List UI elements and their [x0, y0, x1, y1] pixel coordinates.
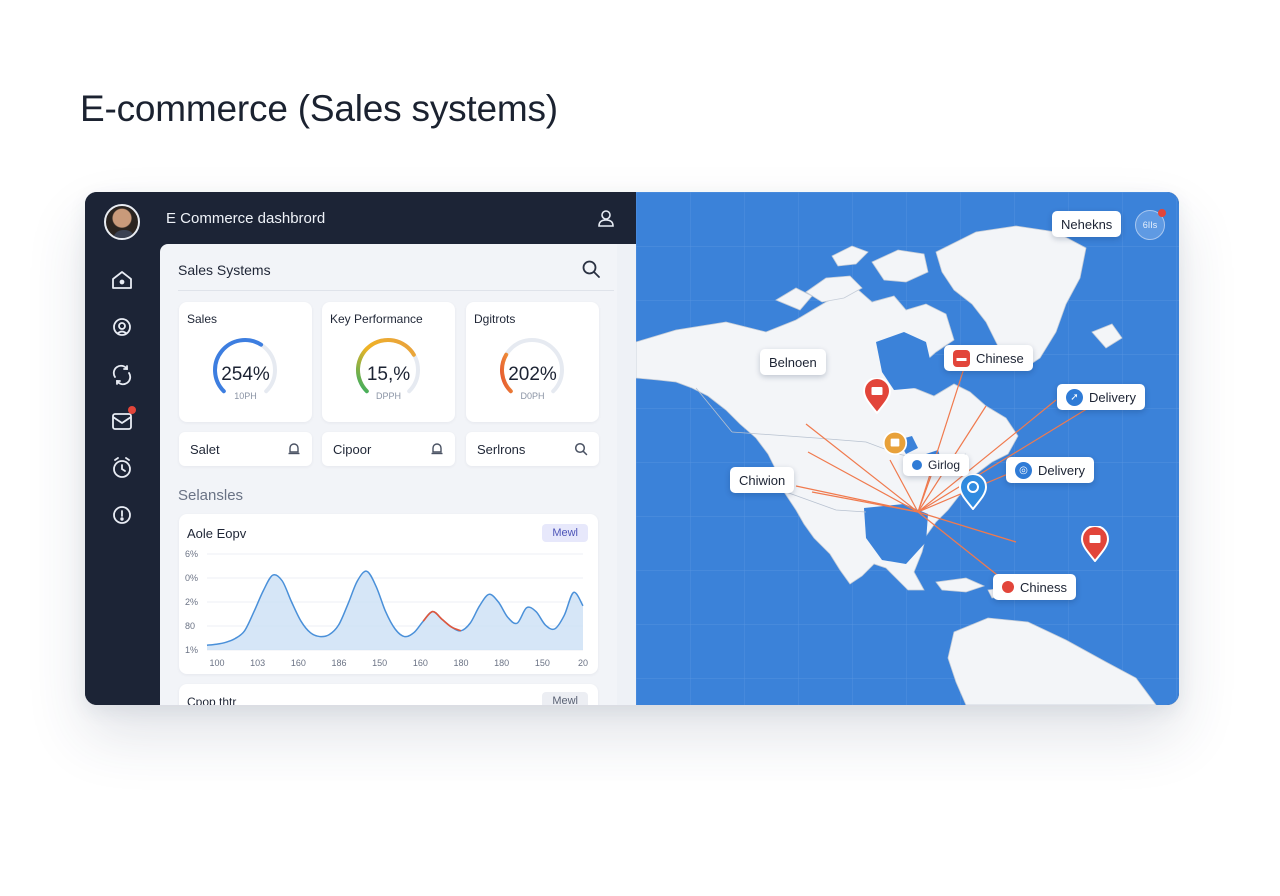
- y-tick-label: 1%: [185, 645, 198, 655]
- map-callout[interactable]: ➚ Delivery: [1057, 384, 1145, 410]
- y-tick-label: 6%: [185, 549, 198, 559]
- dot-icon: [1002, 581, 1014, 593]
- callout-label: Belnoen: [769, 354, 817, 370]
- kpi-label: Dgitrots: [474, 312, 516, 326]
- kpi-label: Sales: [187, 312, 218, 326]
- card2-badge[interactable]: Mewl: [542, 692, 588, 705]
- avatar[interactable]: [104, 204, 140, 240]
- info-icon[interactable]: [110, 503, 134, 527]
- x-tick-label: 186: [331, 658, 346, 668]
- map-callout[interactable]: Girlog: [903, 454, 970, 476]
- y-tick-label: 0%: [185, 573, 198, 583]
- kpi-card-sales[interactable]: Sales 254% 10PH: [179, 302, 312, 422]
- divider: [178, 290, 614, 291]
- map-panel[interactable]: Nehekns 6IIs Belnoen ▬ Chinese ➚ Delivery …: [636, 192, 1179, 705]
- user-icon[interactable]: [596, 208, 616, 228]
- series-area: [207, 571, 583, 650]
- callout-label: Chinese: [976, 350, 1024, 366]
- y-tick-label: 2%: [185, 597, 198, 607]
- map-pin-red-south[interactable]: [1080, 525, 1110, 563]
- map-pin-red[interactable]: [862, 377, 892, 415]
- flag-icon: ▬: [953, 349, 970, 367]
- map-callout[interactable]: Chiwion: [730, 467, 795, 493]
- pill-label: Salet: [190, 442, 220, 457]
- kpi-sublabel: D0PH: [520, 391, 545, 401]
- section-label: Selansles: [178, 487, 244, 504]
- mail-icon[interactable]: [110, 406, 136, 433]
- map-control-label: 6IIs: [1142, 220, 1158, 230]
- x-tick-label: 20: [578, 658, 588, 668]
- x-tick-label: 160: [413, 658, 428, 668]
- kpi-card-dgitrots[interactable]: Dgitrots 202% D0PH: [466, 302, 599, 422]
- card2-title: Cpop thtr: [187, 695, 237, 705]
- app-title: E Commerce dashbrord: [166, 210, 326, 227]
- dashboard-window: E Commerce dashbrord Sales Systems Sales…: [85, 192, 1179, 705]
- map-callout[interactable]: ◎ Delivery: [1006, 457, 1094, 483]
- pill-label: Serlrons: [477, 442, 526, 457]
- area-chart: 6% 0% 2% 80 1% 100 103 160 186 150 160 180 180 150 20: [185, 549, 588, 668]
- dot-icon: [912, 460, 922, 470]
- delivery-icon: ➚: [1066, 388, 1083, 406]
- search-icon[interactable]: [580, 258, 602, 280]
- filter-pill-salet[interactable]: Salet: [179, 432, 312, 466]
- notification-dot: [128, 406, 136, 414]
- map-pin-orange[interactable]: [882, 430, 908, 456]
- x-tick-label: 180: [494, 658, 509, 668]
- x-tick-label: 100: [209, 658, 224, 668]
- sales-chart-card: Aole Eopv Mewl 6% 0% 2% 80 1% 100 103 160 186 150…: [179, 514, 598, 674]
- bell-icon: [429, 441, 445, 457]
- map-pin-blue[interactable]: [958, 473, 988, 511]
- delivery-icon: ◎: [1015, 461, 1032, 479]
- kpi-card-key-performance[interactable]: Key Performance 15,% DPPH: [322, 302, 455, 422]
- kpi-value: 15,%: [366, 364, 411, 385]
- kpi-label: Key Performance: [330, 312, 423, 326]
- x-tick-label: 150: [372, 658, 387, 668]
- kpi-sublabel: 10PH: [234, 391, 257, 401]
- map-callout[interactable]: Chiness: [993, 574, 1076, 600]
- pill-label: Cipoor: [333, 442, 372, 457]
- x-tick-label: 180: [453, 658, 468, 668]
- notification-dot: [1158, 209, 1166, 217]
- sidebar: [85, 192, 160, 705]
- search-icon: [573, 441, 589, 457]
- scrollbar[interactable]: [617, 244, 636, 705]
- sync-icon[interactable]: [110, 363, 134, 387]
- panel-title: Sales Systems: [178, 262, 271, 278]
- secondary-card: Cpop thtr Mewl: [179, 684, 598, 705]
- x-tick-label: 150: [535, 658, 550, 668]
- map-callout[interactable]: Belnoen: [760, 349, 826, 375]
- x-tick-label: 160: [291, 658, 306, 668]
- map-callout[interactable]: Nehekns: [1052, 211, 1122, 237]
- header: E Commerce dashbrord: [160, 192, 636, 244]
- map-control-button[interactable]: 6IIs: [1135, 209, 1166, 240]
- kpi-value: 202%: [508, 364, 557, 385]
- filter-pill-cipoor[interactable]: Cipoor: [322, 432, 455, 466]
- clock-icon[interactable]: [110, 456, 134, 480]
- callout-label: Chiness: [1020, 579, 1067, 595]
- home-icon[interactable]: [110, 268, 134, 292]
- callout-label: Girlog: [928, 458, 961, 472]
- profile-icon[interactable]: [110, 316, 134, 340]
- callout-label: Delivery: [1089, 389, 1136, 405]
- y-tick-label: 80: [185, 621, 195, 631]
- kpi-value: 254%: [221, 364, 270, 385]
- bell-icon: [286, 441, 302, 457]
- page-heading: E-commerce (Sales systems): [80, 88, 558, 129]
- callout-label: Nehekns: [1061, 216, 1113, 232]
- x-tick-label: 103: [250, 658, 265, 668]
- callout-label: Chiwion: [739, 472, 786, 488]
- map-callout[interactable]: ▬ Chinese: [944, 345, 1033, 371]
- content-panel: Sales Systems Sales 254% 10PH Key Perfor…: [160, 244, 636, 705]
- kpi-sublabel: DPPH: [375, 391, 401, 401]
- filter-pill-serlrons[interactable]: Serlrons: [466, 432, 599, 466]
- callout-label: Delivery: [1038, 462, 1085, 478]
